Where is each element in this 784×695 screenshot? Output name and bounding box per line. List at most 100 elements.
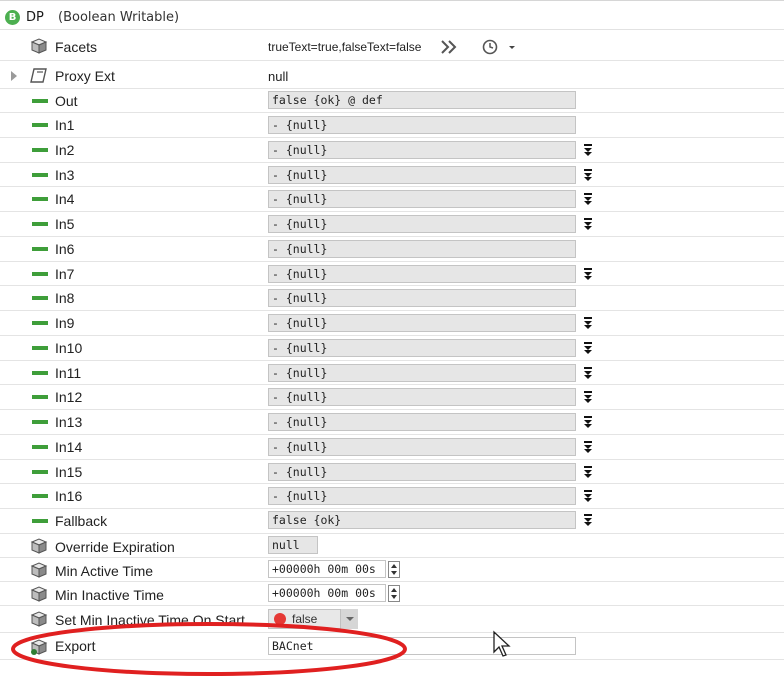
property-cube-icon <box>30 538 48 554</box>
out-value-field: false {ok} @ def <box>268 91 576 109</box>
proxy-ext-row[interactable]: Proxy Ext null <box>0 61 784 89</box>
action-dropdown-icon[interactable] <box>582 465 594 479</box>
input-value-field[interactable]: - {null} <box>268 388 576 407</box>
action-dropdown-icon[interactable] <box>582 390 594 404</box>
property-cube-icon <box>30 586 48 602</box>
input-value-field[interactable]: - {null} <box>268 338 576 357</box>
input-value-field: - {null} <box>268 239 576 258</box>
input-row-3: In3 - {null} <box>0 163 784 188</box>
input-label: In16 <box>55 488 83 505</box>
out-label: Out <box>55 93 78 109</box>
input-value-field[interactable]: - {null} <box>268 487 576 506</box>
min-inactive-time-label: Min Inactive Time <box>55 587 164 603</box>
property-cube-icon <box>30 562 48 578</box>
input-row-7: In7 - {null} <box>0 262 784 287</box>
input-row-1: In1 - {null} <box>0 113 784 138</box>
input-label: In4 <box>55 191 75 208</box>
input-label: In6 <box>55 240 75 257</box>
action-dropdown-icon[interactable] <box>582 143 594 157</box>
point-name: DP <box>26 10 44 25</box>
input-label: In1 <box>55 117 75 133</box>
slot-green-icon <box>32 123 48 127</box>
input-label: In12 <box>55 389 83 406</box>
expand-arrow-icon[interactable] <box>11 71 17 81</box>
input-value-field[interactable]: - {null} <box>268 413 576 431</box>
slot-green-icon <box>32 197 48 202</box>
input-row-14: In14 - {null} <box>0 435 784 460</box>
input-row-16: In16 - {null} <box>0 484 784 509</box>
action-dropdown-icon[interactable] <box>582 366 594 380</box>
input-value-field[interactable]: - {null} <box>268 215 576 233</box>
min-active-time-row: Min Active Time +00000h 00m 00s <box>0 558 784 582</box>
input-value-field[interactable]: - {null} <box>268 140 576 159</box>
input-row-2: In2 - {null} <box>0 138 784 163</box>
slot-green-icon <box>32 271 48 276</box>
action-dropdown-icon[interactable] <box>582 440 594 454</box>
input-label: In9 <box>55 315 75 331</box>
input-row-11: In11 - {null} <box>0 361 784 386</box>
min-inactive-time-field[interactable]: +00000h 00m 00s <box>268 584 386 602</box>
slot-green-icon <box>32 246 48 251</box>
fallback-value-field[interactable]: false {ok} <box>268 511 576 529</box>
input-value-field[interactable]: - {null} <box>268 264 576 283</box>
action-dropdown-icon[interactable] <box>582 192 594 206</box>
action-dropdown-icon[interactable] <box>582 267 594 281</box>
input-value-field[interactable]: - {null} <box>268 165 576 184</box>
input-label: In8 <box>55 290 75 307</box>
slot-green-icon <box>32 519 48 523</box>
slot-green-icon <box>32 370 48 375</box>
action-dropdown-icon[interactable] <box>582 168 594 182</box>
title-bar: B DP (Boolean Writable) <box>0 0 784 30</box>
slot-green-icon <box>32 444 48 449</box>
action-dropdown-icon[interactable] <box>582 489 594 503</box>
action-dropdown-icon[interactable] <box>582 341 594 355</box>
out-row: Out false {ok} @ def <box>0 89 784 113</box>
proxy-ext-value: null <box>268 69 289 84</box>
action-dropdown-icon[interactable] <box>582 513 594 527</box>
input-value-field[interactable]: - {null} <box>268 363 576 382</box>
slot-green-icon <box>32 420 48 424</box>
slot-green-icon <box>32 172 48 177</box>
slot-green-icon <box>32 395 48 400</box>
fallback-label: Fallback <box>55 513 108 529</box>
input-value-field[interactable]: - {null} <box>268 462 576 481</box>
facets-label: Facets <box>55 39 98 55</box>
action-dropdown-icon[interactable] <box>582 415 594 429</box>
input-value-field[interactable]: - {null} <box>268 314 576 332</box>
slot-green-icon <box>32 296 48 301</box>
input-value-field[interactable]: - {null} <box>268 437 576 456</box>
min-active-time-field[interactable]: +00000h 00m 00s <box>268 560 386 578</box>
action-dropdown-icon[interactable] <box>582 217 594 231</box>
slot-green-icon <box>32 222 48 226</box>
clock-dropdown-icon[interactable] <box>482 39 516 55</box>
input-label: In13 <box>55 414 83 430</box>
input-label: In14 <box>55 438 83 455</box>
min-inactive-time-row: Min Inactive Time +00000h 00m 00s <box>0 582 784 606</box>
input-label: In7 <box>55 265 75 282</box>
input-value-field: - {null} <box>268 289 576 308</box>
input-row-12: In12 - {null} <box>0 385 784 410</box>
input-label: In2 <box>55 141 75 158</box>
spinner-icon[interactable] <box>388 585 400 602</box>
input-row-15: In15 - {null} <box>0 460 784 485</box>
slot-green-icon <box>32 469 48 474</box>
double-chevron-right-icon[interactable] <box>440 39 458 55</box>
input-value-field: - {null} <box>268 116 576 134</box>
input-row-9: In9 - {null} <box>0 311 784 336</box>
slot-green-icon <box>32 147 48 152</box>
proxy-ext-label: Proxy Ext <box>55 68 115 84</box>
facets-row: Facets trueText=true,falseText=false <box>0 30 784 61</box>
input-label: In5 <box>55 216 75 232</box>
facets-value: trueText=true,falseText=false <box>268 40 422 54</box>
override-expiration-field: null <box>268 536 318 554</box>
proxy-ext-icon <box>30 68 47 83</box>
input-row-4: In4 - {null} <box>0 187 784 212</box>
mouse-cursor-icon <box>493 630 511 657</box>
min-active-time-label: Min Active Time <box>55 563 154 579</box>
action-dropdown-icon[interactable] <box>582 316 594 330</box>
input-value-field[interactable]: - {null} <box>268 190 576 209</box>
slot-green-icon <box>32 321 48 325</box>
point-type: (Boolean Writable) <box>58 10 180 25</box>
spinner-icon[interactable] <box>388 561 400 578</box>
slot-green-icon <box>32 345 48 350</box>
